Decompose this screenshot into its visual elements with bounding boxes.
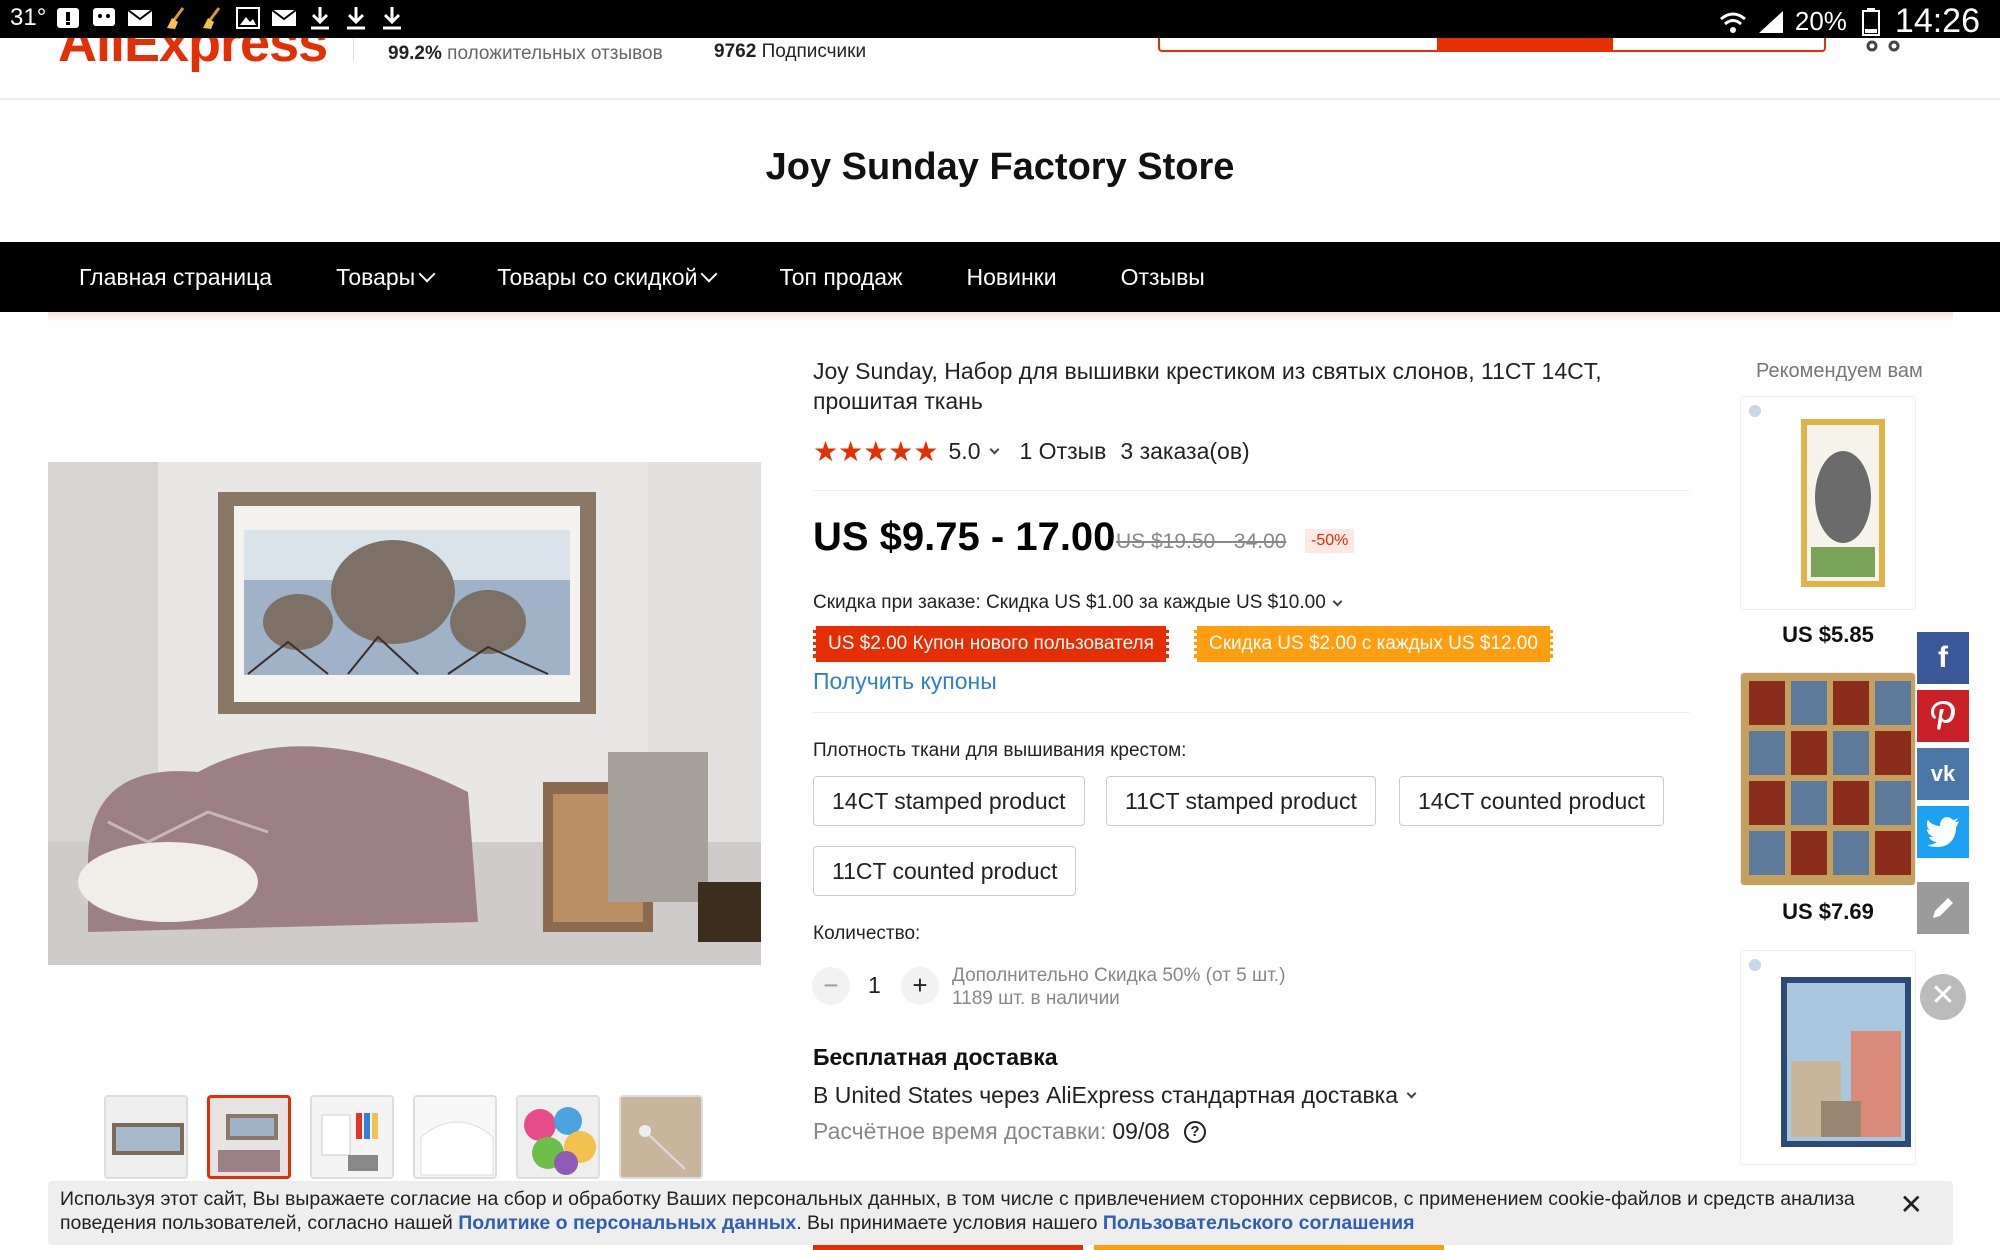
new-user-coupon[interactable]: US $2.00 Купон нового пользователя — [813, 626, 1169, 662]
battery-percent: 20% — [1794, 6, 1847, 36]
mail-icon — [126, 5, 154, 31]
reviews-count[interactable]: 1 Отзыв — [1020, 438, 1107, 465]
wifi-icon — [1719, 9, 1747, 35]
search-button[interactable] — [1437, 38, 1613, 50]
quantity-label: Количество: — [813, 923, 921, 944]
chevron-down-icon[interactable] — [989, 444, 999, 455]
nav-home[interactable]: Главная страница — [79, 264, 272, 291]
thumbnail-6[interactable] — [619, 1095, 703, 1179]
recommended-item[interactable] — [1740, 396, 1916, 610]
battery-icon — [1857, 7, 1885, 36]
thumbnail-4[interactable] — [413, 1095, 497, 1179]
recommended-price: US $5.85 — [1782, 622, 1874, 647]
broom-icon — [162, 5, 190, 31]
feedback-score: 99.2% положительных отзывов — [388, 43, 663, 64]
option-11ct-counted[interactable]: 11CT counted product — [813, 846, 1077, 896]
quantity-increase-button[interactable]: + — [901, 967, 939, 1005]
alert-icon — [54, 5, 82, 31]
chevron-down-icon — [1332, 596, 1343, 606]
broom-icon-2 — [198, 5, 226, 31]
divider — [813, 712, 1690, 713]
get-coupons-link[interactable]: Получить купоны — [813, 668, 997, 695]
thumbnail-5[interactable] — [516, 1095, 600, 1179]
chevron-down-icon — [1406, 1088, 1417, 1099]
help-icon[interactable]: ? — [1183, 1120, 1206, 1143]
discount-badge: -50% — [1305, 529, 1355, 553]
current-price: US $9.75 - 17.00 — [813, 515, 1116, 559]
nav-top-selling[interactable]: Топ продаж — [779, 264, 902, 291]
download-icon-2 — [342, 5, 370, 31]
shipping-method[interactable]: В United States через AliExpress стандар… — [813, 1082, 1417, 1109]
fabric-density-label: Плотность ткани для вышивания крестом: — [813, 740, 1187, 761]
close-icon[interactable]: ✕ — [1900, 1191, 1923, 1219]
facebook-share-icon[interactable]: f — [1917, 632, 1969, 684]
temperature: 31° — [10, 4, 47, 31]
edit-icon[interactable] — [1917, 882, 1969, 934]
pinterest-share-icon[interactable] — [1917, 690, 1969, 742]
twitter-share-icon[interactable] — [1917, 806, 1969, 858]
store-coupon[interactable]: Скидка US $2.00 с каждых US $12.00 — [1194, 626, 1553, 662]
option-14ct-stamped[interactable]: 14CT stamped product — [813, 776, 1085, 826]
chat-icon — [90, 5, 118, 31]
stock-text: 1189 шт. в наличии — [952, 988, 1120, 1009]
cookie-consent-bar: Используя этот сайт, Вы выражаете соглас… — [48, 1181, 1953, 1245]
store-header-strip: AliExpress 99.2% положительных отзывов 9… — [0, 38, 2000, 100]
divider — [813, 490, 1690, 491]
store-title: Joy Sunday Factory Store — [765, 146, 1235, 188]
recommended-item[interactable] — [1740, 672, 1916, 886]
image-icon — [234, 5, 262, 31]
quantity-decrease-button[interactable]: − — [812, 967, 850, 1005]
clock: 14:26 — [1894, 2, 1980, 40]
cart-icon[interactable] — [1862, 38, 1906, 54]
divider — [353, 38, 354, 60]
rating-value[interactable]: 5.0 — [949, 438, 981, 465]
rating-row: ★★★★★ 5.0 1 Отзыв 3 заказа(ов) — [813, 435, 1250, 468]
download-icon-3 — [378, 5, 406, 31]
status-bar: 31° 20% 14:26 — [0, 0, 2000, 40]
order-discount[interactable]: Скидка при заказе: Скидка US $1.00 за ка… — [813, 592, 1343, 614]
nav-sale[interactable]: Товары со скидкой — [497, 264, 718, 291]
cookie-text-2: . Вы принимаете условия нашего — [796, 1212, 1098, 1234]
delivery-estimate: Расчётное время доставки: 09/08 ? — [813, 1118, 1206, 1145]
nav-shadow — [48, 312, 1953, 322]
option-11ct-stamped[interactable]: 11CT stamped product — [1106, 776, 1376, 826]
original-price: US $19.50 - 34.00 — [1116, 530, 1287, 553]
mail-icon-2 — [270, 5, 298, 31]
option-14ct-counted[interactable]: 14CT counted product — [1399, 776, 1665, 826]
thumbnail-2[interactable] — [207, 1095, 291, 1179]
bulk-discount-text: Дополнительно Скидка 50% (от 5 шт.) — [952, 965, 1286, 986]
thumbnail-3[interactable] — [310, 1095, 394, 1179]
orders-count: 3 заказа(ов) — [1120, 438, 1250, 464]
recommended-price: US $7.69 — [1782, 899, 1874, 924]
aliexpress-logo[interactable]: AliExpress — [58, 38, 328, 74]
nav-new-arrivals[interactable]: Новинки — [966, 264, 1056, 291]
chevron-down-icon — [700, 265, 718, 283]
star-rating-icon: ★★★★★ — [813, 436, 939, 467]
thumbnail-1[interactable] — [104, 1095, 188, 1179]
signal-icon — [1757, 9, 1785, 35]
nav-products[interactable]: Товары — [336, 264, 436, 291]
user-agreement-link[interactable]: Пользовательского соглашения — [1103, 1212, 1415, 1234]
vk-share-icon[interactable]: vk — [1917, 748, 1969, 800]
download-icon — [306, 5, 334, 31]
privacy-policy-link[interactable]: Политике о персональных данных — [458, 1212, 796, 1234]
thumbnail-strip — [104, 1095, 703, 1179]
recommended-item[interactable] — [1740, 950, 1916, 1165]
close-share-icon[interactable]: ✕ — [1920, 974, 1966, 1020]
product-main-image[interactable] — [48, 462, 761, 965]
chevron-down-icon — [418, 265, 436, 283]
product-title: Joy Sunday, Набор для вышивки крестиком … — [813, 358, 1602, 414]
nav-reviews[interactable]: Отзывы — [1121, 264, 1205, 291]
followers-count: 9762 Подписчики — [714, 41, 867, 62]
recommended-title: Рекомендуем вам — [1756, 360, 1923, 382]
store-nav: Главная страница Товары Товары со скидко… — [0, 242, 2000, 312]
quantity-info: Дополнительно Скидка 50% (от 5 шт.) 1189… — [952, 964, 1285, 1010]
shipping-title: Бесплатная доставка — [813, 1044, 1058, 1070]
search-box[interactable] — [1158, 38, 1826, 52]
quantity-value[interactable]: 1 — [868, 972, 881, 999]
